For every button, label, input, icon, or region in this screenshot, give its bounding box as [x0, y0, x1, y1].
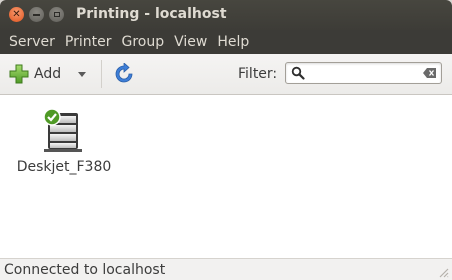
minimize-icon — [33, 13, 40, 16]
add-button[interactable]: Add — [9, 63, 61, 85]
maximize-window-button[interactable] — [49, 7, 64, 22]
close-window-button[interactable]: ✕ — [9, 7, 24, 22]
printer-list: Deskjet_F380 — [0, 95, 452, 258]
refresh-icon[interactable] — [113, 63, 135, 85]
search-icon — [291, 66, 305, 80]
menu-group[interactable]: Group — [122, 34, 165, 50]
filter-field[interactable] — [285, 62, 442, 84]
status-bar: Connected to localhost — [0, 258, 452, 280]
filter-input[interactable] — [310, 65, 418, 81]
title-bar[interactable]: ✕ Printing - localhost — [0, 0, 452, 30]
printer-item[interactable]: Deskjet_F380 — [14, 107, 116, 177]
menu-printer[interactable]: Printer — [65, 34, 112, 50]
clear-filter-icon[interactable] — [423, 67, 437, 79]
filter-label: Filter: — [238, 66, 278, 82]
maximize-icon — [53, 12, 60, 17]
status-text: Connected to localhost — [4, 262, 166, 278]
add-label: Add — [34, 66, 62, 82]
printing-window: ✕ Printing - localhost Server Printer Gr… — [0, 0, 452, 280]
add-icon — [9, 64, 29, 84]
resize-grip-icon[interactable] — [437, 266, 449, 278]
printer-icon — [43, 108, 82, 152]
menu-bar: Server Printer Group View Help — [0, 30, 452, 54]
close-icon: ✕ — [12, 8, 21, 20]
menu-help[interactable]: Help — [217, 34, 249, 50]
toolbar: Add Filter: — [0, 54, 452, 95]
printer-name: Deskjet_F380 — [16, 159, 112, 175]
menu-server[interactable]: Server — [9, 34, 55, 50]
window-title: Printing - localhost — [76, 6, 227, 22]
toolbar-separator — [101, 60, 102, 88]
add-dropdown-arrow-icon[interactable] — [76, 68, 88, 80]
minimize-window-button[interactable] — [29, 7, 44, 22]
menu-view[interactable]: View — [174, 34, 207, 50]
